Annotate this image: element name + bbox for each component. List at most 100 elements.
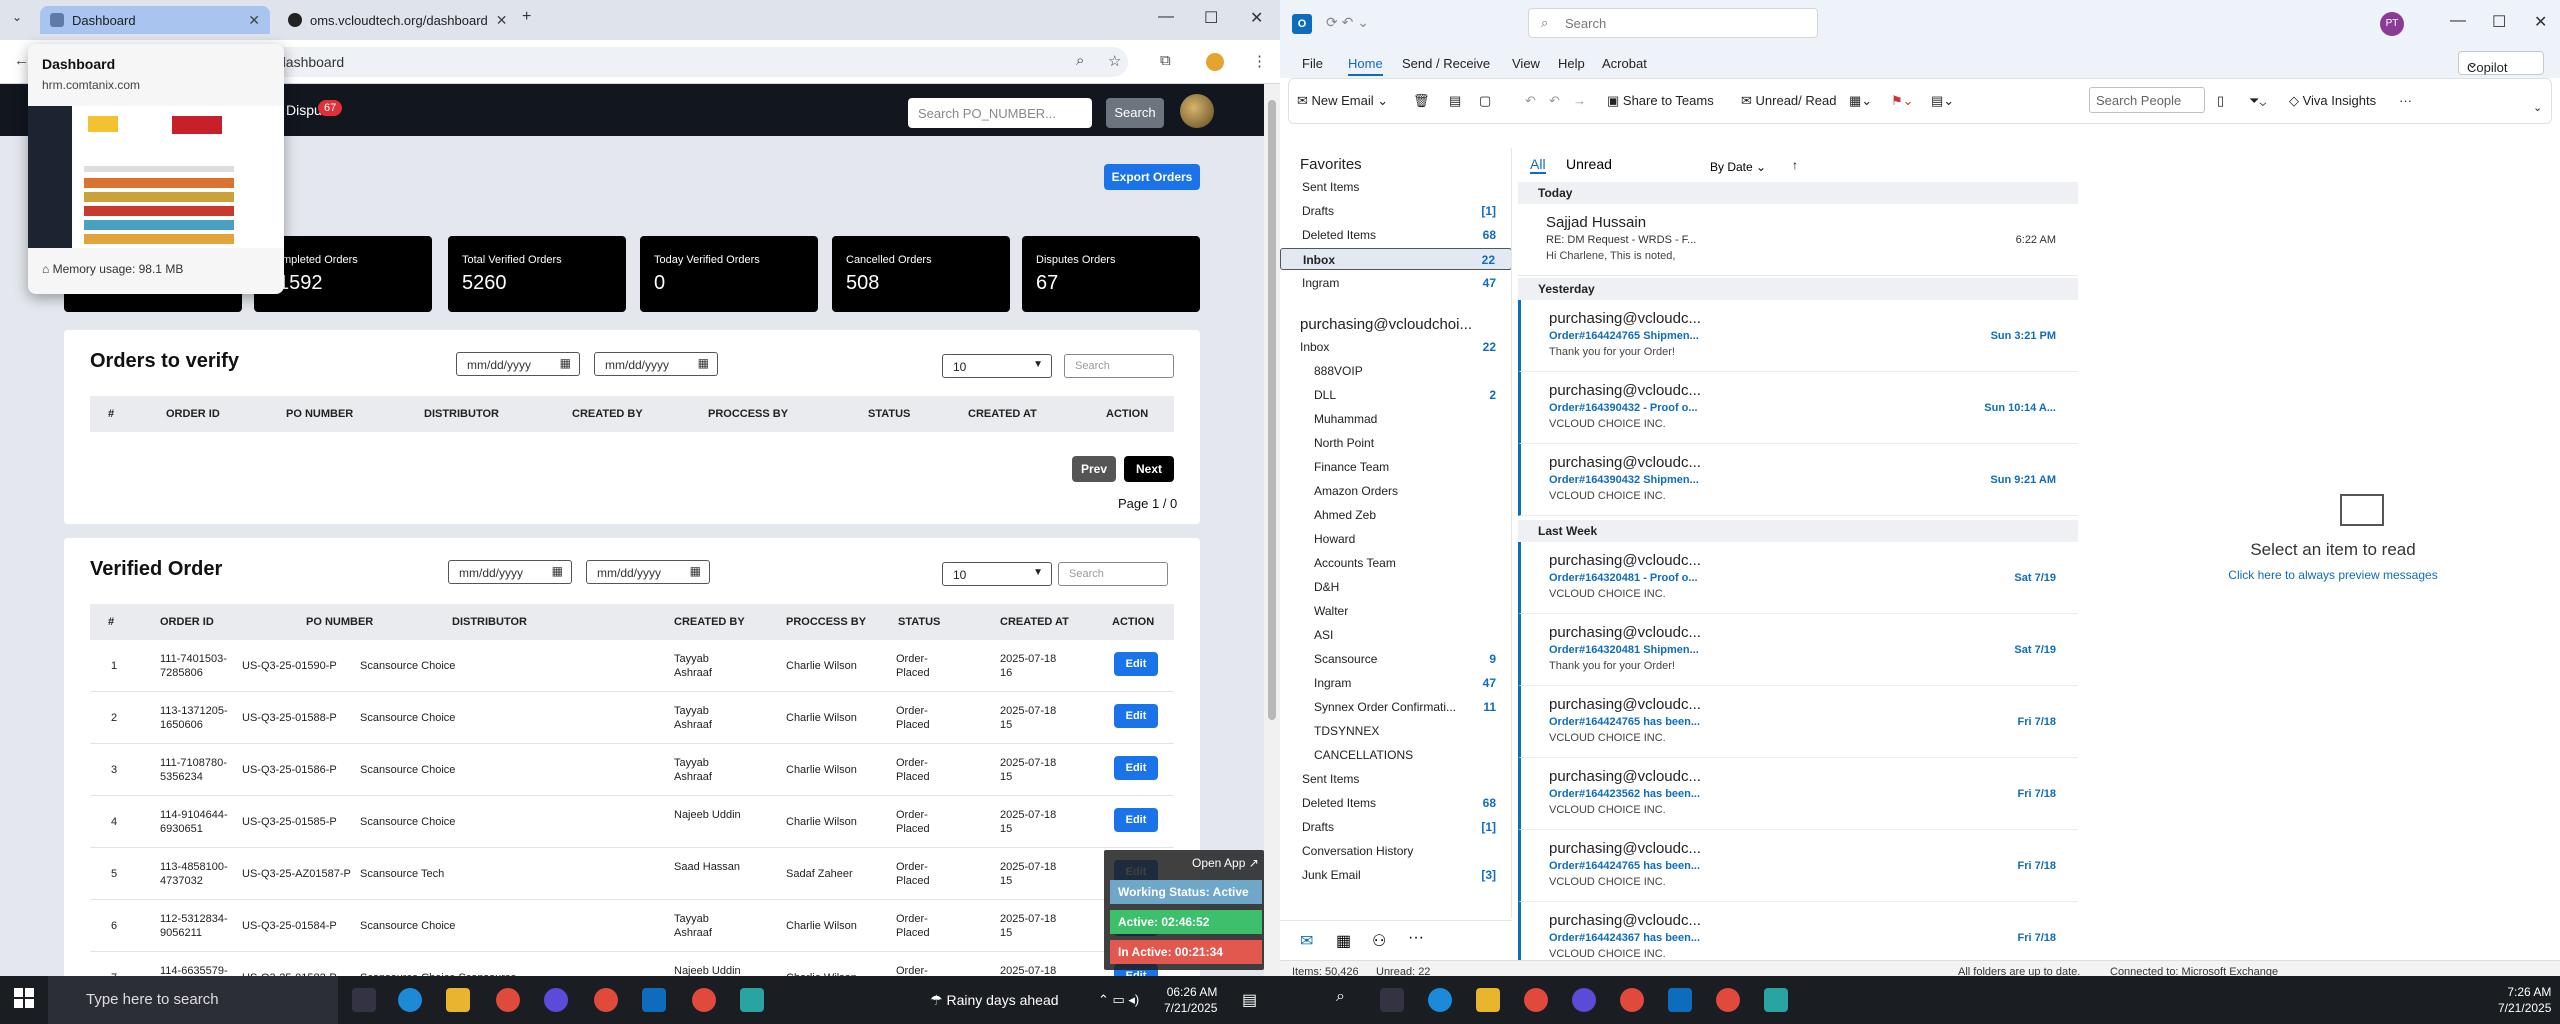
folder-item[interactable]: Conversation History [1280,840,1511,862]
search-icon[interactable]: ⌕ [1336,988,1360,1012]
to-date-input[interactable]: mm/dd/yyyy ▦ [594,352,718,376]
folder-item[interactable]: Amazon Orders [1280,480,1511,502]
close-window-icon[interactable]: ✕ [2534,12,2547,32]
maximize-icon[interactable]: ☐ [1204,8,1218,28]
search-people-input[interactable]: Search People [2089,87,2205,113]
folder-item[interactable]: Ahmed Zeb [1280,504,1511,526]
profile-icon[interactable] [1206,53,1224,71]
edge-icon[interactable] [398,988,422,1012]
folder-item[interactable]: ASI [1280,624,1511,646]
file-explorer-icon[interactable] [1476,988,1500,1012]
extensions-icon[interactable]: ⧉ [1160,52,1171,69]
taskbar-clock[interactable]: 7:26 AM 7/21/2025 [2498,984,2551,1016]
chrome-icon[interactable] [1620,988,1644,1012]
folder-item[interactable]: Synnex Order Confirmati... 11 [1280,696,1511,718]
folder-item[interactable]: Sent Items [1280,176,1511,198]
folder-item[interactable]: DLL 2 [1280,384,1511,406]
ribbon-collapse-icon[interactable]: ⌄ [2533,101,2542,114]
close-tab-icon[interactable]: ✕ [248,12,260,29]
folder-item[interactable]: Drafts [1] [1280,200,1511,222]
folder-item[interactable]: Accounts Team [1280,552,1511,574]
reply-icon[interactable]: ↶ [1525,93,1536,109]
user-avatar[interactable] [1180,94,1214,128]
from-date-input[interactable]: mm/dd/yyyy ▦ [448,560,572,584]
message-item[interactable]: purchasing@vcloudc... Order#164424765 Shi… [1518,300,2078,372]
windows-start-icon[interactable] [14,988,38,1012]
to-date-input[interactable]: mm/dd/yyyy ▦ [586,560,710,584]
group-header[interactable]: Today [1518,182,2078,204]
reply-all-icon[interactable]: ↶ [1549,93,1560,109]
weather-widget[interactable]: ☂ Rainy days ahead [930,992,1059,1009]
search-button[interactable]: Search [1106,98,1164,128]
menu-kebab-icon[interactable]: ⋮ [1252,52,1267,70]
menu-view[interactable]: View [1512,56,1540,71]
task-view-icon[interactable] [1380,988,1404,1012]
po-search-input[interactable]: Search PO_NUMBER... [908,98,1092,128]
rules-icon[interactable]: ▤⌄ [1931,93,1954,109]
chrome-icon[interactable] [1716,988,1740,1012]
more-apps-icon[interactable]: ··· [1408,929,1424,947]
edit-button[interactable]: Edit [1114,652,1158,676]
app-icon[interactable] [1764,988,1788,1012]
outlook-icon[interactable] [642,988,666,1012]
share-to-teams-button[interactable]: ▣ Share to Teams [1607,93,1714,109]
back-icon[interactable]: ← [14,52,29,69]
close-tab-icon[interactable]: ✕ [496,12,508,29]
message-item[interactable]: purchasing@vcloudc... Order#164424765 has… [1518,830,2078,902]
message-item[interactable]: purchasing@vcloudc... Order#164424765 has… [1518,686,2078,758]
edit-button[interactable]: Edit [1114,756,1158,780]
forward-icon[interactable]: → [1573,93,1586,108]
outlook-icon[interactable] [1668,988,1692,1012]
folder-cancellations[interactable]: CANCELLATIONS [1280,744,1511,766]
folder-item[interactable]: Ingram 47 [1280,672,1511,694]
tab-search-icon[interactable]: ⌄ [12,10,22,24]
edit-button[interactable]: Edit [1114,704,1158,728]
edit-button[interactable]: Edit [1114,808,1158,832]
menu-file[interactable]: File [1302,56,1323,71]
archive-icon[interactable]: ▤ [1449,93,1461,109]
sort-direction-icon[interactable]: ↑ [1792,158,1798,172]
folder-item[interactable]: Scansource 9 [1280,648,1511,670]
open-app-link[interactable]: Open App ↗ [1192,856,1259,870]
quick-access-icons[interactable]: ⟳ ↶ ⌄ [1326,14,1369,31]
message-item[interactable]: purchasing@vcloudc... Order#164390432 Shi… [1518,444,2078,516]
menu-send-receive[interactable]: Send / Receive [1402,56,1490,71]
new-email-button[interactable]: ✉ New Email ⌄ [1297,93,1388,109]
menu-home[interactable]: Home [1348,56,1383,76]
folder-item[interactable]: Walter [1280,600,1511,622]
folder-item[interactable]: Muhammad [1280,408,1511,430]
folder-item[interactable]: TDSYNNEX [1280,720,1511,742]
scrollbar-thumb[interactable] [1268,100,1276,720]
page-size-select[interactable]: 10 ▼ [942,562,1052,586]
folder-item[interactable]: Sent Items [1280,768,1511,790]
edge-icon[interactable] [1428,988,1452,1012]
windows-start-icon[interactable] [1294,988,1318,1012]
always-preview-link[interactable]: Click here to always preview messages [2106,568,2560,582]
minimize-icon[interactable]: — [2450,12,2466,30]
tab-dashboard[interactable]: Dashboard ✕ [40,6,270,34]
folder-inbox[interactable]: Inbox 22 [1280,336,1511,358]
export-orders-button[interactable]: Export Orders [1104,164,1200,190]
folder-item[interactable]: Drafts [1] [1280,816,1511,838]
page-scrollbar[interactable] [1264,84,1280,976]
from-date-input[interactable]: mm/dd/yyyy ▦ [456,352,580,376]
folder-item[interactable]: Deleted Items 68 [1280,224,1511,246]
folder-item[interactable]: 888VOIP [1280,360,1511,382]
folder-item[interactable]: D&H [1280,576,1511,598]
filter-unread[interactable]: Unread [1566,156,1612,172]
minimize-icon[interactable]: — [1158,8,1174,26]
account-header[interactable]: purchasing@vcloudchoi... [1280,312,1511,334]
taskbar-clock[interactable]: 06:26 AM 7/21/2025 [1164,984,1217,1016]
folder-item[interactable]: North Point [1280,432,1511,454]
group-header[interactable]: Yesterday [1518,278,2078,300]
viva-insights-button[interactable]: ◇ Viva Insights [2289,93,2376,109]
mail-icon[interactable]: ✉ [1300,931,1313,951]
message-item[interactable]: purchasing@vcloudc... Order#164423562 has… [1518,758,2078,830]
table-search-input[interactable]: Search [1058,562,1168,586]
maximize-icon[interactable]: ☐ [2492,12,2506,32]
close-window-icon[interactable]: ✕ [1250,8,1263,28]
folder-item[interactable]: Howard [1280,528,1511,550]
account-avatar[interactable]: PT [2380,12,2404,36]
chrome-icon[interactable] [594,988,618,1012]
people-icon[interactable]: ⚇ [1372,931,1386,951]
